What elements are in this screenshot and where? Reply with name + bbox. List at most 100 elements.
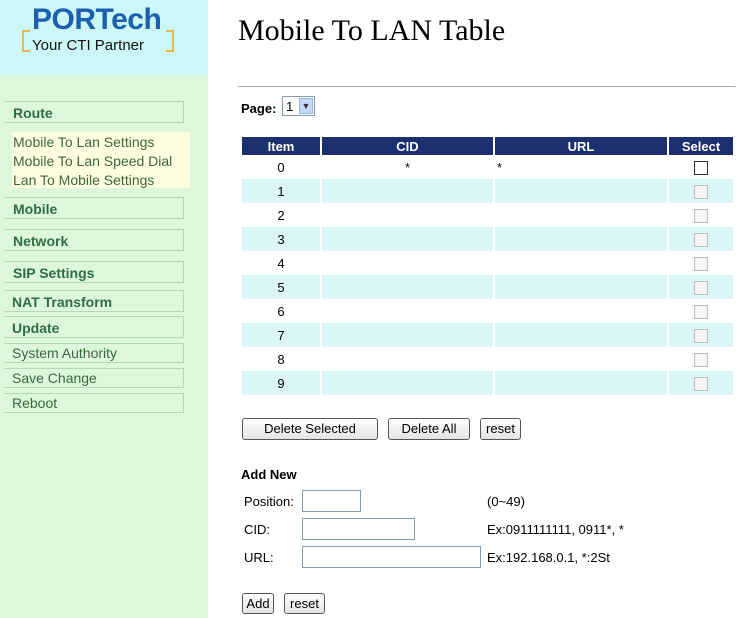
logo-bracket-right — [166, 30, 174, 52]
cell-select — [669, 347, 733, 371]
cid-label: CID: — [244, 522, 270, 537]
cell-cid — [322, 347, 493, 371]
cell-url — [495, 251, 667, 275]
position-input[interactable] — [302, 490, 361, 512]
cell-select — [669, 203, 733, 227]
table-row: 5 — [242, 275, 733, 299]
sidebar-link-save-change[interactable]: Save Change — [4, 368, 184, 388]
cell-url — [495, 275, 667, 299]
cid-hint: Ex:0911111111, 0911*, * — [487, 522, 624, 537]
add-reset-button[interactable]: reset — [284, 593, 325, 614]
page-select-value: 1 — [286, 99, 293, 114]
sidebar-item-mobile[interactable]: Mobile — [4, 197, 184, 219]
cell-url — [495, 347, 667, 371]
cell-item: 1 — [242, 179, 320, 203]
cell-item: 9 — [242, 371, 320, 395]
sidebar-link-mobile-to-lan-settings[interactable]: Mobile To Lan Settings — [13, 134, 154, 150]
table-reset-button[interactable]: reset — [480, 418, 521, 440]
cell-cid — [322, 275, 493, 299]
cell-url — [495, 203, 667, 227]
table-row: 3 — [242, 227, 733, 251]
sidebar-item-update[interactable]: Update — [4, 316, 184, 338]
sidebar-item-route[interactable]: Route — [4, 101, 184, 123]
table-row: 9 — [242, 371, 733, 395]
cell-cid: * — [322, 155, 493, 179]
cell-cid — [322, 371, 493, 395]
cell-select — [669, 179, 733, 203]
column-header-select: Select — [669, 137, 733, 155]
cell-select — [669, 227, 733, 251]
sidebar-link-lan-to-mobile-settings[interactable]: Lan To Mobile Settings — [13, 172, 154, 188]
logo-tagline: Your CTI Partner — [32, 37, 144, 54]
column-header-item: Item — [242, 137, 320, 155]
cell-select — [669, 371, 733, 395]
cell-url — [495, 323, 667, 347]
select-checkbox[interactable] — [694, 257, 708, 271]
table-header-row: Item CID URL Select — [242, 137, 733, 155]
column-header-url: URL — [495, 137, 667, 155]
table-row: 2 — [242, 203, 733, 227]
cell-select — [669, 155, 733, 179]
select-checkbox[interactable] — [694, 353, 708, 367]
cell-cid — [322, 227, 493, 251]
cell-item: 5 — [242, 275, 320, 299]
table-row: 0** — [242, 155, 733, 179]
mobile-to-lan-table: Item CID URL Select 0**123456789 — [240, 137, 735, 395]
select-checkbox[interactable] — [694, 209, 708, 223]
select-checkbox[interactable] — [694, 161, 708, 175]
cell-url — [495, 371, 667, 395]
select-checkbox[interactable] — [694, 329, 708, 343]
column-header-cid: CID — [322, 137, 493, 155]
cell-item: 0 — [242, 155, 320, 179]
select-checkbox[interactable] — [694, 233, 708, 247]
cell-url — [495, 227, 667, 251]
table-row: 8 — [242, 347, 733, 371]
table-row: 6 — [242, 299, 733, 323]
url-label: URL: — [244, 550, 274, 565]
cell-cid — [322, 203, 493, 227]
sidebar: PORTech Your CTI Partner Route Mobile To… — [0, 0, 208, 618]
add-new-heading: Add New — [241, 467, 297, 482]
table-row: 1 — [242, 179, 733, 203]
delete-all-button[interactable]: Delete All — [388, 418, 470, 440]
logo: PORTech Your CTI Partner — [0, 0, 208, 75]
sidebar-item-nat-transform[interactable]: NAT Transform — [4, 290, 184, 312]
url-input[interactable] — [302, 546, 481, 568]
select-checkbox[interactable] — [694, 305, 708, 319]
sidebar-link-system-authority[interactable]: System Authority — [4, 343, 184, 363]
select-checkbox[interactable] — [694, 185, 708, 199]
select-checkbox[interactable] — [694, 377, 708, 391]
cell-cid — [322, 179, 493, 203]
page-title: Mobile To LAN Table — [238, 14, 505, 48]
logo-wordmark: PORTech — [32, 3, 161, 37]
cid-input[interactable] — [302, 518, 415, 540]
chevron-down-icon[interactable]: ▼ — [299, 98, 313, 114]
cell-item: 2 — [242, 203, 320, 227]
cell-cid — [322, 299, 493, 323]
cell-select — [669, 323, 733, 347]
cell-cid — [322, 251, 493, 275]
cell-item: 4 — [242, 251, 320, 275]
select-checkbox[interactable] — [694, 281, 708, 295]
page-label: Page: — [241, 101, 276, 116]
sidebar-link-reboot[interactable]: Reboot — [4, 393, 184, 413]
sidebar-item-network[interactable]: Network — [4, 229, 184, 251]
cell-item: 8 — [242, 347, 320, 371]
table-row: 7 — [242, 323, 733, 347]
position-label: Position: — [244, 494, 294, 509]
page-select[interactable]: 1 ▼ — [282, 96, 315, 116]
position-hint: (0~49) — [487, 494, 525, 509]
cell-item: 3 — [242, 227, 320, 251]
url-hint: Ex:192.168.0.1, *:2St — [487, 550, 610, 565]
sidebar-link-mobile-to-lan-speed-dial[interactable]: Mobile To Lan Speed Dial — [13, 153, 172, 169]
delete-selected-button[interactable]: Delete Selected — [242, 418, 378, 440]
table-row: 4 — [242, 251, 733, 275]
logo-bracket-left — [22, 30, 30, 52]
cell-url — [495, 299, 667, 323]
cell-select — [669, 299, 733, 323]
add-button[interactable]: Add — [242, 593, 274, 614]
cell-select — [669, 275, 733, 299]
cell-select — [669, 251, 733, 275]
sidebar-item-sip-settings[interactable]: SIP Settings — [4, 261, 184, 283]
cell-item: 6 — [242, 299, 320, 323]
